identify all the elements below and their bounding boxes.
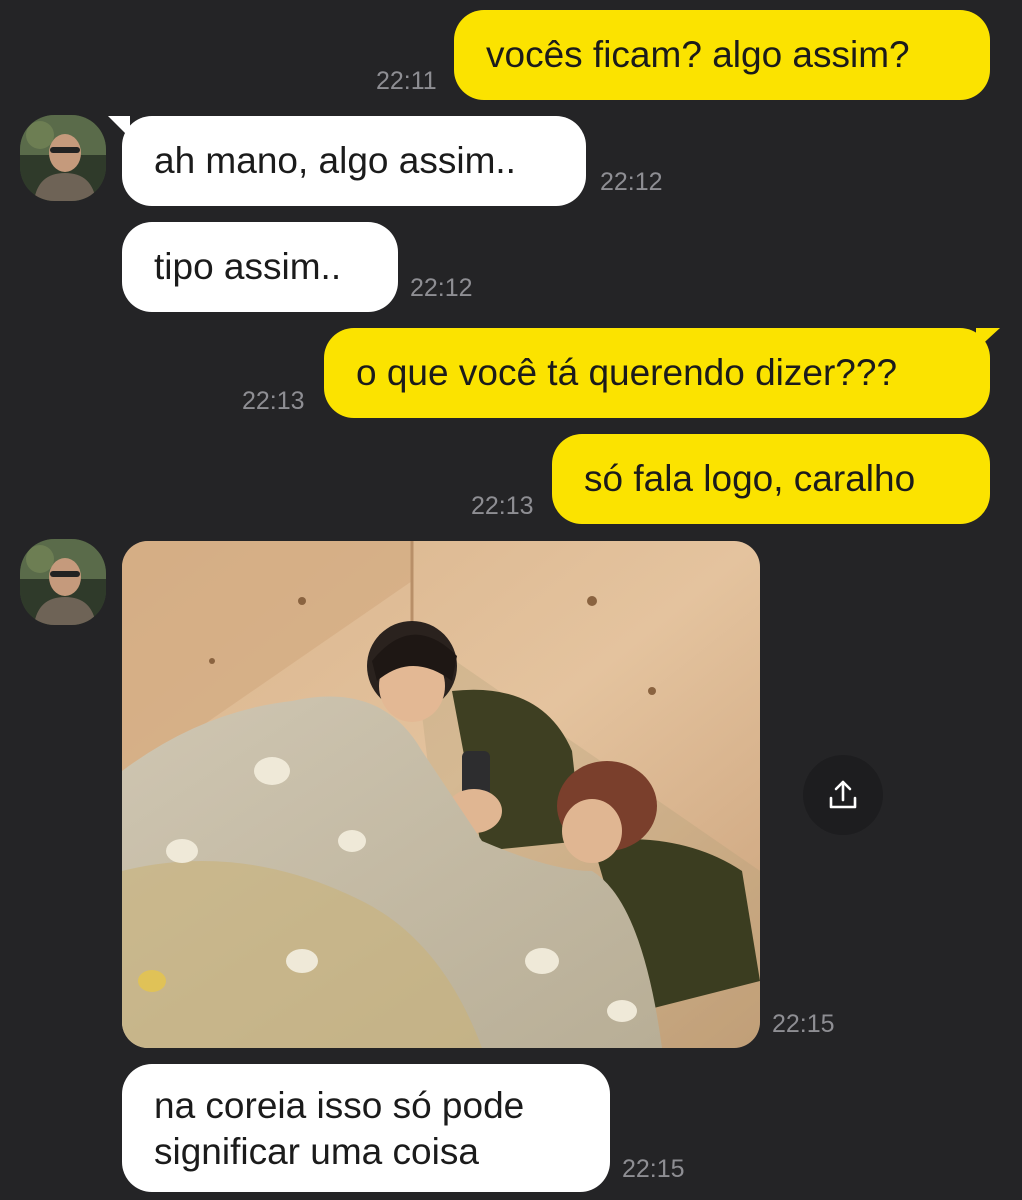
message-timestamp: 22:15 — [622, 1155, 685, 1183]
message-timestamp: 22:13 — [471, 492, 534, 520]
incoming-message-bubble[interactable]: tipo assim.. — [122, 222, 398, 312]
message-text-line: significar uma coisa — [154, 1131, 479, 1172]
outgoing-message-bubble[interactable]: só fala logo, caralho — [552, 434, 990, 524]
message-timestamp: 22:11 — [376, 67, 437, 95]
message-text: tipo assim.. — [154, 246, 342, 287]
incoming-message-bubble[interactable]: na coreia isso só pode significar uma co… — [122, 1064, 610, 1192]
message-text-line: na coreia isso só pode — [154, 1085, 525, 1126]
message-timestamp: 22:13 — [242, 387, 305, 415]
avatar[interactable] — [20, 539, 106, 625]
photo-message[interactable] — [122, 541, 760, 1048]
outgoing-message-bubble[interactable]: vocês ficam? algo assim? — [454, 10, 990, 100]
message-text: vocês ficam? algo assim? — [486, 34, 910, 75]
message-text: o que você tá querendo dizer??? — [356, 352, 898, 393]
avatar-image — [20, 539, 106, 625]
share-button[interactable] — [803, 755, 883, 835]
avatar[interactable] — [20, 115, 106, 201]
message-timestamp: 22:12 — [410, 274, 473, 302]
incoming-message-bubble[interactable]: ah mano, algo assim.. — [122, 116, 586, 206]
message-text: ah mano, algo assim.. — [154, 140, 516, 181]
outgoing-message-bubble[interactable]: o que você tá querendo dizer??? — [324, 328, 990, 418]
share-icon — [829, 780, 857, 809]
message-text: só fala logo, caralho — [584, 458, 916, 499]
avatar-image — [20, 115, 106, 201]
photo-image — [122, 541, 760, 1048]
message-timestamp: 22:15 — [772, 1010, 835, 1038]
message-timestamp: 22:12 — [600, 168, 663, 196]
